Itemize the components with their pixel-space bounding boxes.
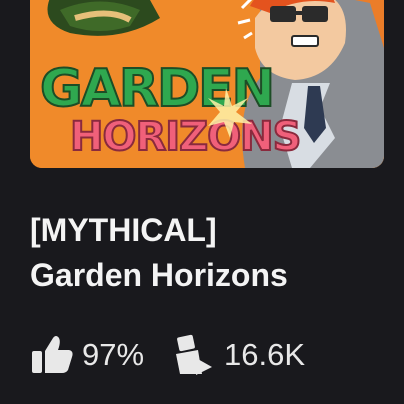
game-stats: 97% 16.6K xyxy=(30,330,305,380)
rating-value: 97% xyxy=(82,337,145,372)
logo-line-1: GARDEN xyxy=(40,59,273,119)
game-title-line-1: [MYTHICAL] xyxy=(30,212,217,248)
player-count-value: 16.6K xyxy=(224,337,306,372)
game-thumbnail[interactable]: GARDEN HORIZONS xyxy=(30,0,384,168)
game-card[interactable]: GARDEN HORIZONS [MYTHICAL] Garden Horizo… xyxy=(0,0,404,404)
rating-stat: 97% xyxy=(30,335,144,375)
thumbs-up-icon xyxy=(30,335,74,375)
game-title[interactable]: [MYTHICAL] Garden Horizons xyxy=(30,208,390,298)
player-count-stat: 16.6K xyxy=(172,334,305,376)
logo-line-2: HORIZONS xyxy=(70,114,300,160)
game-title-line-2: Garden Horizons xyxy=(30,257,288,293)
player-count-icon xyxy=(172,334,216,376)
